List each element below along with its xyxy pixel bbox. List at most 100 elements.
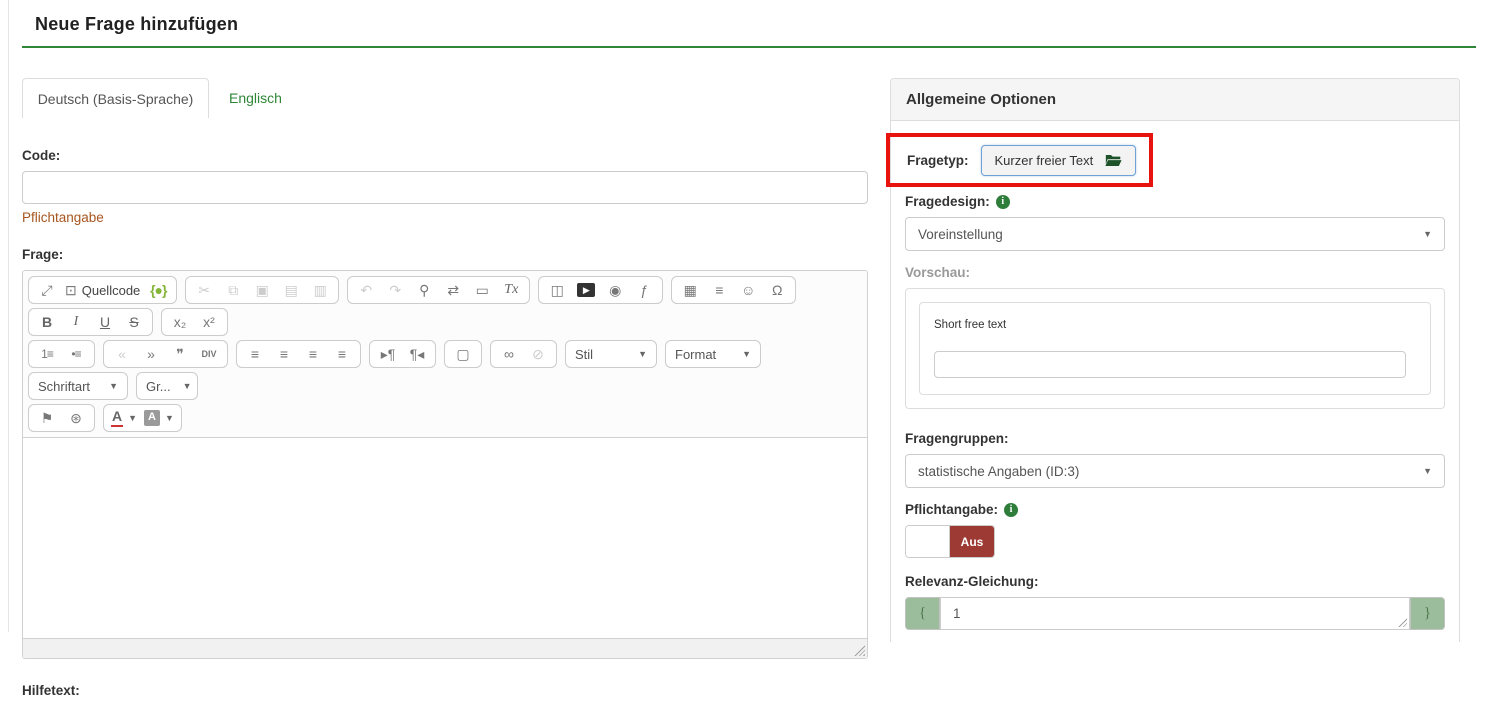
strikethrough-button[interactable]: S: [120, 311, 148, 333]
align-right-button[interactable]: ≡: [299, 343, 327, 365]
background-color-button[interactable]: A▼: [141, 407, 177, 429]
special-char-button[interactable]: Ω: [763, 279, 791, 301]
remove-format-button[interactable]: Tx: [497, 279, 525, 301]
expression-manager-button[interactable]: {●}: [144, 279, 172, 301]
replace-button[interactable]: ⇄: [439, 279, 467, 301]
audio-button[interactable]: ◉: [601, 279, 629, 301]
editor-content-area[interactable]: [23, 438, 867, 638]
code-required-hint: Pflichtangabe: [22, 210, 868, 225]
paste-button[interactable]: ▣: [248, 279, 276, 301]
panel-title: Allgemeine Optionen: [891, 79, 1459, 121]
bidi-ltr-button[interactable]: ▸¶: [374, 343, 402, 365]
unlink-button[interactable]: ⊘: [524, 343, 552, 365]
flash-button[interactable]: ƒ: [630, 279, 658, 301]
mandatory-toggle[interactable]: Aus: [905, 525, 995, 558]
cut-button[interactable]: ✂: [190, 279, 218, 301]
undo-icon: ↶: [360, 283, 372, 297]
div-container-button[interactable]: DIV: [195, 343, 223, 365]
expression-manager-icon: {●}: [150, 283, 166, 297]
horizontal-rule-icon: ≡: [715, 283, 723, 297]
find-button[interactable]: ⚲: [410, 279, 438, 301]
underline-button[interactable]: U: [91, 311, 119, 333]
stil-select[interactable]: Stil▼: [565, 340, 657, 368]
tab-deutsch[interactable]: Deutsch (Basis-Sprache): [22, 78, 209, 118]
iframe-icon: ▢: [456, 347, 469, 361]
align-left-button[interactable]: ≡: [241, 343, 269, 365]
bullet-list-button[interactable]: •≡: [62, 343, 90, 365]
question-editor-column: Deutsch (Basis-Sprache) Englisch Code: P…: [22, 78, 868, 706]
text-color-icon: A: [111, 409, 123, 426]
iframe-button[interactable]: ▢: [449, 343, 477, 365]
table-icon: ▦: [684, 283, 697, 297]
superscript-button[interactable]: x²: [195, 311, 223, 333]
media-button[interactable]: ▶: [572, 279, 600, 301]
question-preview: Short free text: [919, 302, 1431, 395]
align-center-button[interactable]: ≡: [270, 343, 298, 365]
bidi-rtl-icon: ¶◂: [410, 347, 425, 361]
question-type-button[interactable]: Kurzer freier Text: [981, 145, 1137, 176]
outdent-button[interactable]: «: [108, 343, 136, 365]
flag-button[interactable]: ⚑: [33, 407, 61, 429]
page-title: Neue Frage hinzufügen: [35, 14, 1476, 35]
indent-button[interactable]: »: [137, 343, 165, 365]
schriftart-select[interactable]: Schriftart▼: [28, 372, 128, 400]
smiley-button[interactable]: ☺: [734, 279, 762, 301]
language-globe-button[interactable]: ⊛: [62, 407, 90, 429]
question-richtext-editor: ⤢⊡Quellcode {●} ✂⧉▣▤ ▥ ↶ ↷ ⚲ ⇄ ▭Tx ◫▶◉ƒ ▦ ≡ ☺ Ω B I USx₂…: [22, 270, 868, 659]
smiley-icon: ☺: [741, 283, 755, 297]
table-button[interactable]: ▦: [676, 279, 704, 301]
preview-question-text: Short free text: [934, 319, 1416, 331]
source-button[interactable]: ⊡Quellcode: [62, 279, 143, 301]
underline-icon: U: [100, 315, 110, 329]
code-input[interactable]: [22, 171, 868, 204]
align-justify-button[interactable]: ≡: [328, 343, 356, 365]
align-center-icon: ≡: [280, 347, 288, 361]
mandatory-info-icon[interactable]: i: [1004, 503, 1018, 517]
editor-resize-handle[interactable]: [854, 645, 865, 656]
textarea-resize-handle[interactable]: [1397, 617, 1407, 627]
link-icon: ∞: [504, 347, 514, 361]
format-select[interactable]: Format▼: [665, 340, 761, 368]
question-type-row: Fragetyp: Kurzer freier Text: [907, 145, 1445, 176]
copy-button[interactable]: ⧉: [219, 279, 247, 301]
select-all-button[interactable]: ▭: [468, 279, 496, 301]
text-color-button[interactable]: A▼: [108, 407, 140, 429]
paste-from-word-button[interactable]: ▥: [306, 279, 334, 301]
maximize-button[interactable]: ⤢: [33, 279, 61, 301]
add-question-page: Neue Frage hinzufügen Deutsch (Basis-Spr…: [0, 0, 1489, 706]
bidi-ltr-icon: ▸¶: [381, 347, 396, 361]
question-design-select[interactable]: Voreinstellung ▼: [905, 217, 1445, 251]
bold-button[interactable]: B: [33, 311, 61, 333]
chevron-down-icon: ▼: [183, 382, 192, 391]
paste-from-word-icon: ▥: [314, 283, 327, 297]
toggle-knob: [906, 526, 950, 557]
bidi-rtl-button[interactable]: ¶◂: [403, 343, 431, 365]
groesse-select[interactable]: Gr...▼: [136, 372, 198, 400]
blockquote-button[interactable]: ❞: [166, 343, 194, 365]
relevance-equation-value: 1: [953, 606, 961, 621]
undo-button[interactable]: ↶: [352, 279, 380, 301]
question-groups-label: Fragengruppen:: [905, 431, 1009, 446]
replace-icon: ⇄: [447, 283, 459, 297]
image-button[interactable]: ◫: [543, 279, 571, 301]
redo-button[interactable]: ↷: [381, 279, 409, 301]
italic-icon: I: [74, 315, 79, 329]
preview-answer-input[interactable]: [934, 351, 1406, 378]
italic-button[interactable]: I: [62, 311, 90, 333]
link-button[interactable]: ∞: [495, 343, 523, 365]
chevron-down-icon: ▼: [128, 414, 137, 423]
chevron-down-icon: ▼: [638, 350, 647, 359]
general-options-panel: Allgemeine Optionen Fragetyp: Kurzer fre…: [890, 78, 1460, 642]
question-group-select[interactable]: statistische Angaben (ID:3) ▼: [905, 454, 1445, 488]
redo-icon: ↷: [389, 283, 401, 297]
question-design-info-icon[interactable]: i: [996, 195, 1010, 209]
bold-icon: B: [42, 315, 52, 329]
subscript-button[interactable]: x₂: [166, 311, 194, 333]
horizontal-rule-button[interactable]: ≡: [705, 279, 733, 301]
blockquote-icon: ❞: [176, 347, 184, 361]
relevance-equation-input[interactable]: 1: [940, 597, 1410, 630]
tab-englisch[interactable]: Englisch: [213, 78, 298, 118]
paste-as-text-button[interactable]: ▤: [277, 279, 305, 301]
numbered-list-button[interactable]: 1≡: [33, 343, 61, 365]
chevron-down-icon: ▼: [1423, 467, 1432, 476]
